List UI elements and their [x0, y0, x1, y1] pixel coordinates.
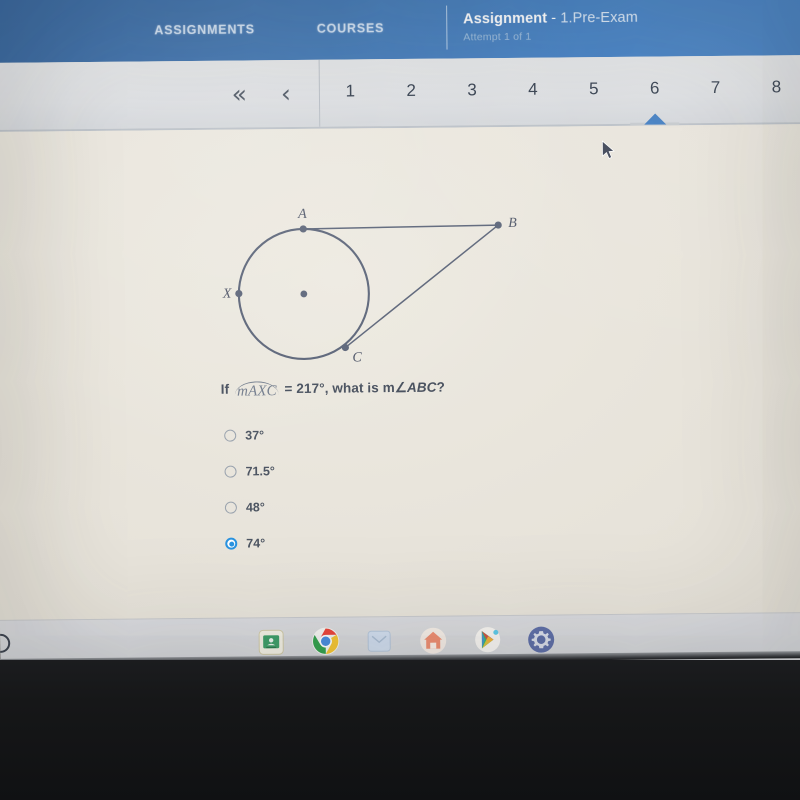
chrome-icon[interactable] — [310, 626, 340, 665]
radio-button[interactable] — [224, 501, 237, 514]
google-classroom-icon[interactable] — [256, 627, 286, 665]
line-a-to-b — [303, 224, 499, 230]
settings-gear-icon[interactable] — [526, 624, 556, 663]
answer-choice-1[interactable]: 37° — [224, 417, 275, 453]
pagination-nav-buttons: « ‹ — [0, 59, 321, 130]
chevron-left-icon[interactable]: ‹ — [281, 79, 291, 108]
answer-choice-label: 48° — [245, 500, 265, 515]
answer-choice-label: 71.5° — [245, 464, 275, 479]
arc-measure-label: mAXC — [235, 381, 279, 400]
diagram-label-X: X — [222, 287, 232, 302]
diagram-point-X — [235, 289, 243, 298]
radio-button[interactable] — [224, 465, 237, 478]
diagram-point-center — [300, 290, 308, 298]
diagram-label-B: B — [508, 216, 517, 231]
radio-button[interactable] — [224, 429, 237, 442]
page-number-8[interactable]: 8 — [746, 55, 800, 123]
assignment-label: Assignment — [463, 10, 548, 27]
app-header: ASSIGNMENTS COURSES Assignment - 1.Pre-E… — [0, 0, 800, 63]
page-number-list: 12345678 — [320, 55, 800, 127]
radio-button-selected[interactable] — [225, 537, 238, 550]
answer-choice-label: 74° — [246, 536, 266, 551]
nav-courses[interactable]: COURSES — [317, 21, 385, 36]
home-app-icon[interactable] — [418, 625, 448, 655]
page-number-6[interactable]: 6 — [624, 56, 686, 124]
answer-choice-3[interactable]: 48° — [224, 489, 276, 525]
page-title: Assignment - 1.Pre-Exam — [463, 9, 638, 27]
diagram-label-C: C — [352, 350, 362, 365]
question-content: A B X C If mAXC = 217°, what is m∠ABC? 37° 7… — [0, 124, 800, 621]
mouse-cursor — [602, 140, 615, 159]
shelf-icon-group — [256, 624, 556, 665]
header-divider — [445, 5, 448, 50]
diagram-label-A: A — [297, 207, 307, 222]
question-equals: = 217°, what is m — [284, 380, 395, 397]
laptop-body — [0, 660, 800, 800]
pagination-bar: « ‹ 12345678 — [0, 55, 800, 132]
answer-choice-label: 37° — [245, 428, 265, 443]
question-text: If mAXC = 217°, what is m∠ABC? — [220, 379, 445, 400]
diagram-labels: A B X C — [222, 207, 517, 366]
double-chevron-left-icon[interactable]: « — [231, 79, 247, 108]
page-number-3[interactable]: 3 — [441, 58, 503, 126]
answer-choice-4[interactable]: 74° — [225, 525, 276, 561]
attempt-status: Attempt 1 of 1 — [463, 30, 532, 43]
question-mark: ? — [436, 379, 445, 395]
page-number-2[interactable]: 2 — [380, 59, 442, 127]
page-number-1[interactable]: 1 — [320, 59, 382, 127]
launcher-button[interactable] — [0, 633, 11, 653]
diagram-point-C — [341, 343, 349, 352]
answer-choice-2[interactable]: 71.5° — [224, 453, 275, 489]
nav-assignments[interactable]: ASSIGNMENTS — [154, 22, 255, 37]
photo-of-screen: ASSIGNMENTS COURSES Assignment - 1.Pre-E… — [0, 0, 800, 800]
question-lead: If — [220, 381, 230, 397]
answer-choice-list: 37° 71.5° 48° 74° — [224, 417, 276, 561]
page-number-5[interactable]: 5 — [563, 57, 625, 125]
play-store-icon[interactable] — [472, 625, 502, 655]
diagram-point-A — [299, 225, 307, 233]
page-number-7[interactable]: 7 — [685, 56, 747, 124]
diagram-point-B — [494, 221, 502, 229]
assignment-name: 1.Pre-Exam — [560, 9, 638, 26]
assignment-separator: - — [547, 9, 561, 27]
page-number-4[interactable]: 4 — [502, 57, 564, 125]
laptop-screen: ASSIGNMENTS COURSES Assignment - 1.Pre-E… — [0, 0, 800, 668]
circle-tangent-diagram: A B X C — [211, 205, 533, 368]
diagram-svg: A B X C — [222, 207, 517, 366]
window-icon[interactable] — [364, 626, 394, 656]
angle-name: ABC — [406, 379, 437, 395]
assignment-title-block: Assignment - 1.Pre-Exam Attempt 1 of 1 — [463, 9, 638, 43]
angle-symbol: ∠ — [394, 379, 408, 396]
